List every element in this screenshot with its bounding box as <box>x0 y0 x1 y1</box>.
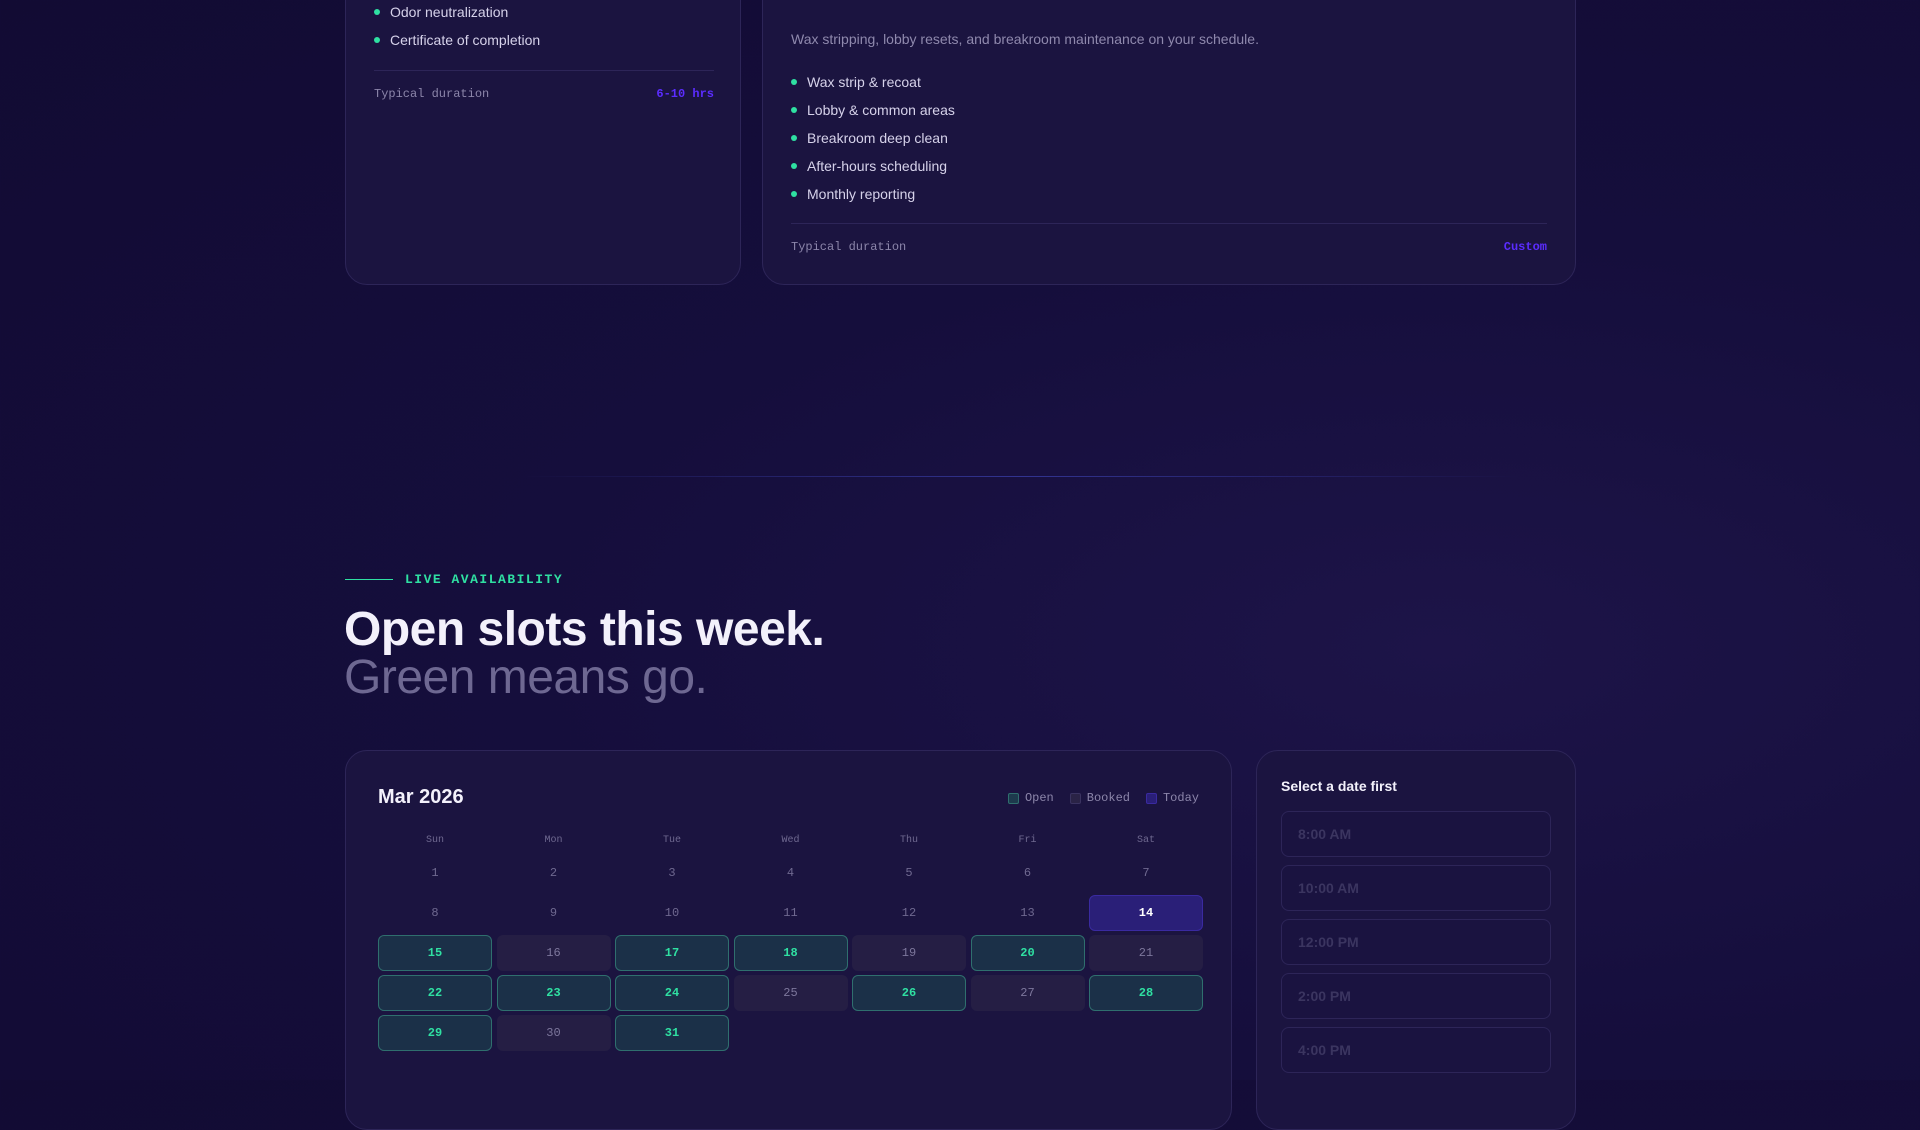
calendar-day-open[interactable]: 22 <box>378 975 492 1011</box>
calendar-day-open[interactable]: 17 <box>615 935 729 971</box>
calendar-day-open[interactable]: 23 <box>496 975 611 1011</box>
feature-item: After-hours scheduling <box>791 152 955 180</box>
feature-list: Odor neutralization Certificate of compl… <box>374 0 540 54</box>
feature-item: Monthly reporting <box>791 180 955 208</box>
eyebrow-line <box>345 579 393 580</box>
calendar-day-past: 3 <box>668 866 676 880</box>
legend-today: Today <box>1145 791 1199 805</box>
duration-value: Custom <box>1503 240 1547 254</box>
calendar-day-past: 11 <box>783 906 798 920</box>
bullet-dot-icon <box>791 79 797 85</box>
service-card-commercial: Wax stripping, lobby resets, and breakro… <box>762 0 1576 285</box>
bullet-dot-icon <box>374 9 380 15</box>
calendar-day-open[interactable]: 15 <box>378 935 492 971</box>
calendar-day-open[interactable]: 20 <box>970 935 1085 971</box>
weekday-header: Fri <box>1018 835 1037 846</box>
calendar-day-past: 13 <box>1020 906 1035 920</box>
bullet-dot-icon <box>791 107 797 113</box>
today-swatch-icon <box>1145 792 1157 804</box>
time-slot-button[interactable]: 10:00 AM <box>1281 865 1551 911</box>
section-eyebrow: LIVE AVAILABILITY <box>345 572 563 587</box>
calendar-day-open[interactable]: 31 <box>615 1015 729 1051</box>
calendar-day-past: 12 <box>901 906 917 920</box>
time-slot-button[interactable]: 2:00 PM <box>1281 973 1551 1019</box>
calendar-day-past: 1 <box>431 866 439 880</box>
section-divider <box>520 476 1520 477</box>
calendar-day-open[interactable]: 24 <box>615 975 729 1011</box>
feature-item: Lobby & common areas <box>791 96 955 124</box>
calendar-day-booked: 30 <box>496 1015 611 1051</box>
calendar-day-past: 5 <box>905 866 913 880</box>
weekday-header: Sun <box>425 835 444 846</box>
duration-row: Typical duration 6-10 hrs <box>374 70 714 117</box>
calendar-day-booked: 25 <box>733 975 848 1011</box>
calendar-day-past: 2 <box>549 866 558 880</box>
calendar-day-past: 8 <box>431 906 439 920</box>
weekday-header: Mon <box>544 835 563 846</box>
duration-value: 6-10 hrs <box>656 87 714 101</box>
time-slot-button[interactable]: 12:00 PM <box>1281 919 1551 965</box>
feature-item: Breakroom deep clean <box>791 124 955 152</box>
eyebrow-label: LIVE AVAILABILITY <box>405 572 564 587</box>
calendar-day-open[interactable]: 28 <box>1089 975 1203 1011</box>
calendar-day-past: 4 <box>786 866 795 880</box>
weekday-header: Sat <box>1136 835 1155 846</box>
legend-open: Open <box>1007 791 1054 805</box>
calendar-day-open[interactable]: 29 <box>378 1015 492 1051</box>
duration-label: Typical duration <box>374 87 490 101</box>
availability-calendar: Mar 2026 Open Booked Today Sun Mon Tue W… <box>345 750 1232 1130</box>
section-subtitle: Green means go. <box>344 651 708 704</box>
duration-row: Typical duration Custom <box>791 223 1547 270</box>
weekday-header: Thu <box>899 835 918 846</box>
calendar-day-past: 9 <box>549 906 558 920</box>
calendar-day-booked: 19 <box>852 935 966 971</box>
calendar-day-past: 10 <box>664 906 680 920</box>
time-slot-button[interactable]: 4:00 PM <box>1281 1027 1551 1073</box>
bullet-dot-icon <box>374 37 380 43</box>
service-description: Wax stripping, lobby resets, and breakro… <box>791 31 1259 47</box>
calendar-day-booked: 27 <box>970 975 1085 1011</box>
time-slot-panel: Select a date first 8:00 AM 10:00 AM 12:… <box>1256 750 1576 1130</box>
weekday-header: Tue <box>662 835 681 846</box>
open-swatch-icon <box>1007 792 1019 804</box>
bullet-dot-icon <box>791 163 797 169</box>
service-card-specialty: Odor neutralization Certificate of compl… <box>345 0 741 285</box>
calendar-day-open[interactable]: 18 <box>733 935 848 971</box>
calendar-day-booked: 16 <box>496 935 611 971</box>
calendar-day-today[interactable]: 14 <box>1089 895 1203 931</box>
calendar-day-past: 6 <box>1023 866 1032 880</box>
calendar-grid: Sun Mon Tue Wed Thu Fri Sat 1 2 3 4 5 6 7 8 9 10 1… <box>378 835 1203 1055</box>
feature-item: Wax strip & recoat <box>791 68 955 96</box>
calendar-day-past: 7 <box>1142 866 1150 880</box>
duration-label: Typical duration <box>791 240 907 254</box>
bullet-dot-icon <box>791 191 797 197</box>
time-slot-button[interactable]: 8:00 AM <box>1281 811 1551 857</box>
feature-item: Certificate of completion <box>374 26 540 54</box>
feature-item: Odor neutralization <box>374 0 540 26</box>
calendar-day-open[interactable]: 26 <box>852 975 966 1011</box>
booked-swatch-icon <box>1069 792 1081 804</box>
calendar-legend: Open Booked Today <box>1007 791 1199 805</box>
calendar-day-booked: 21 <box>1089 935 1203 971</box>
calendar-month-label: Mar 2026 <box>378 786 464 808</box>
weekday-header: Wed <box>781 835 800 846</box>
feature-list: Wax strip & recoat Lobby & common areas … <box>791 68 955 208</box>
bullet-dot-icon <box>791 135 797 141</box>
legend-booked: Booked <box>1069 791 1130 805</box>
slot-panel-title: Select a date first <box>1281 778 1397 794</box>
